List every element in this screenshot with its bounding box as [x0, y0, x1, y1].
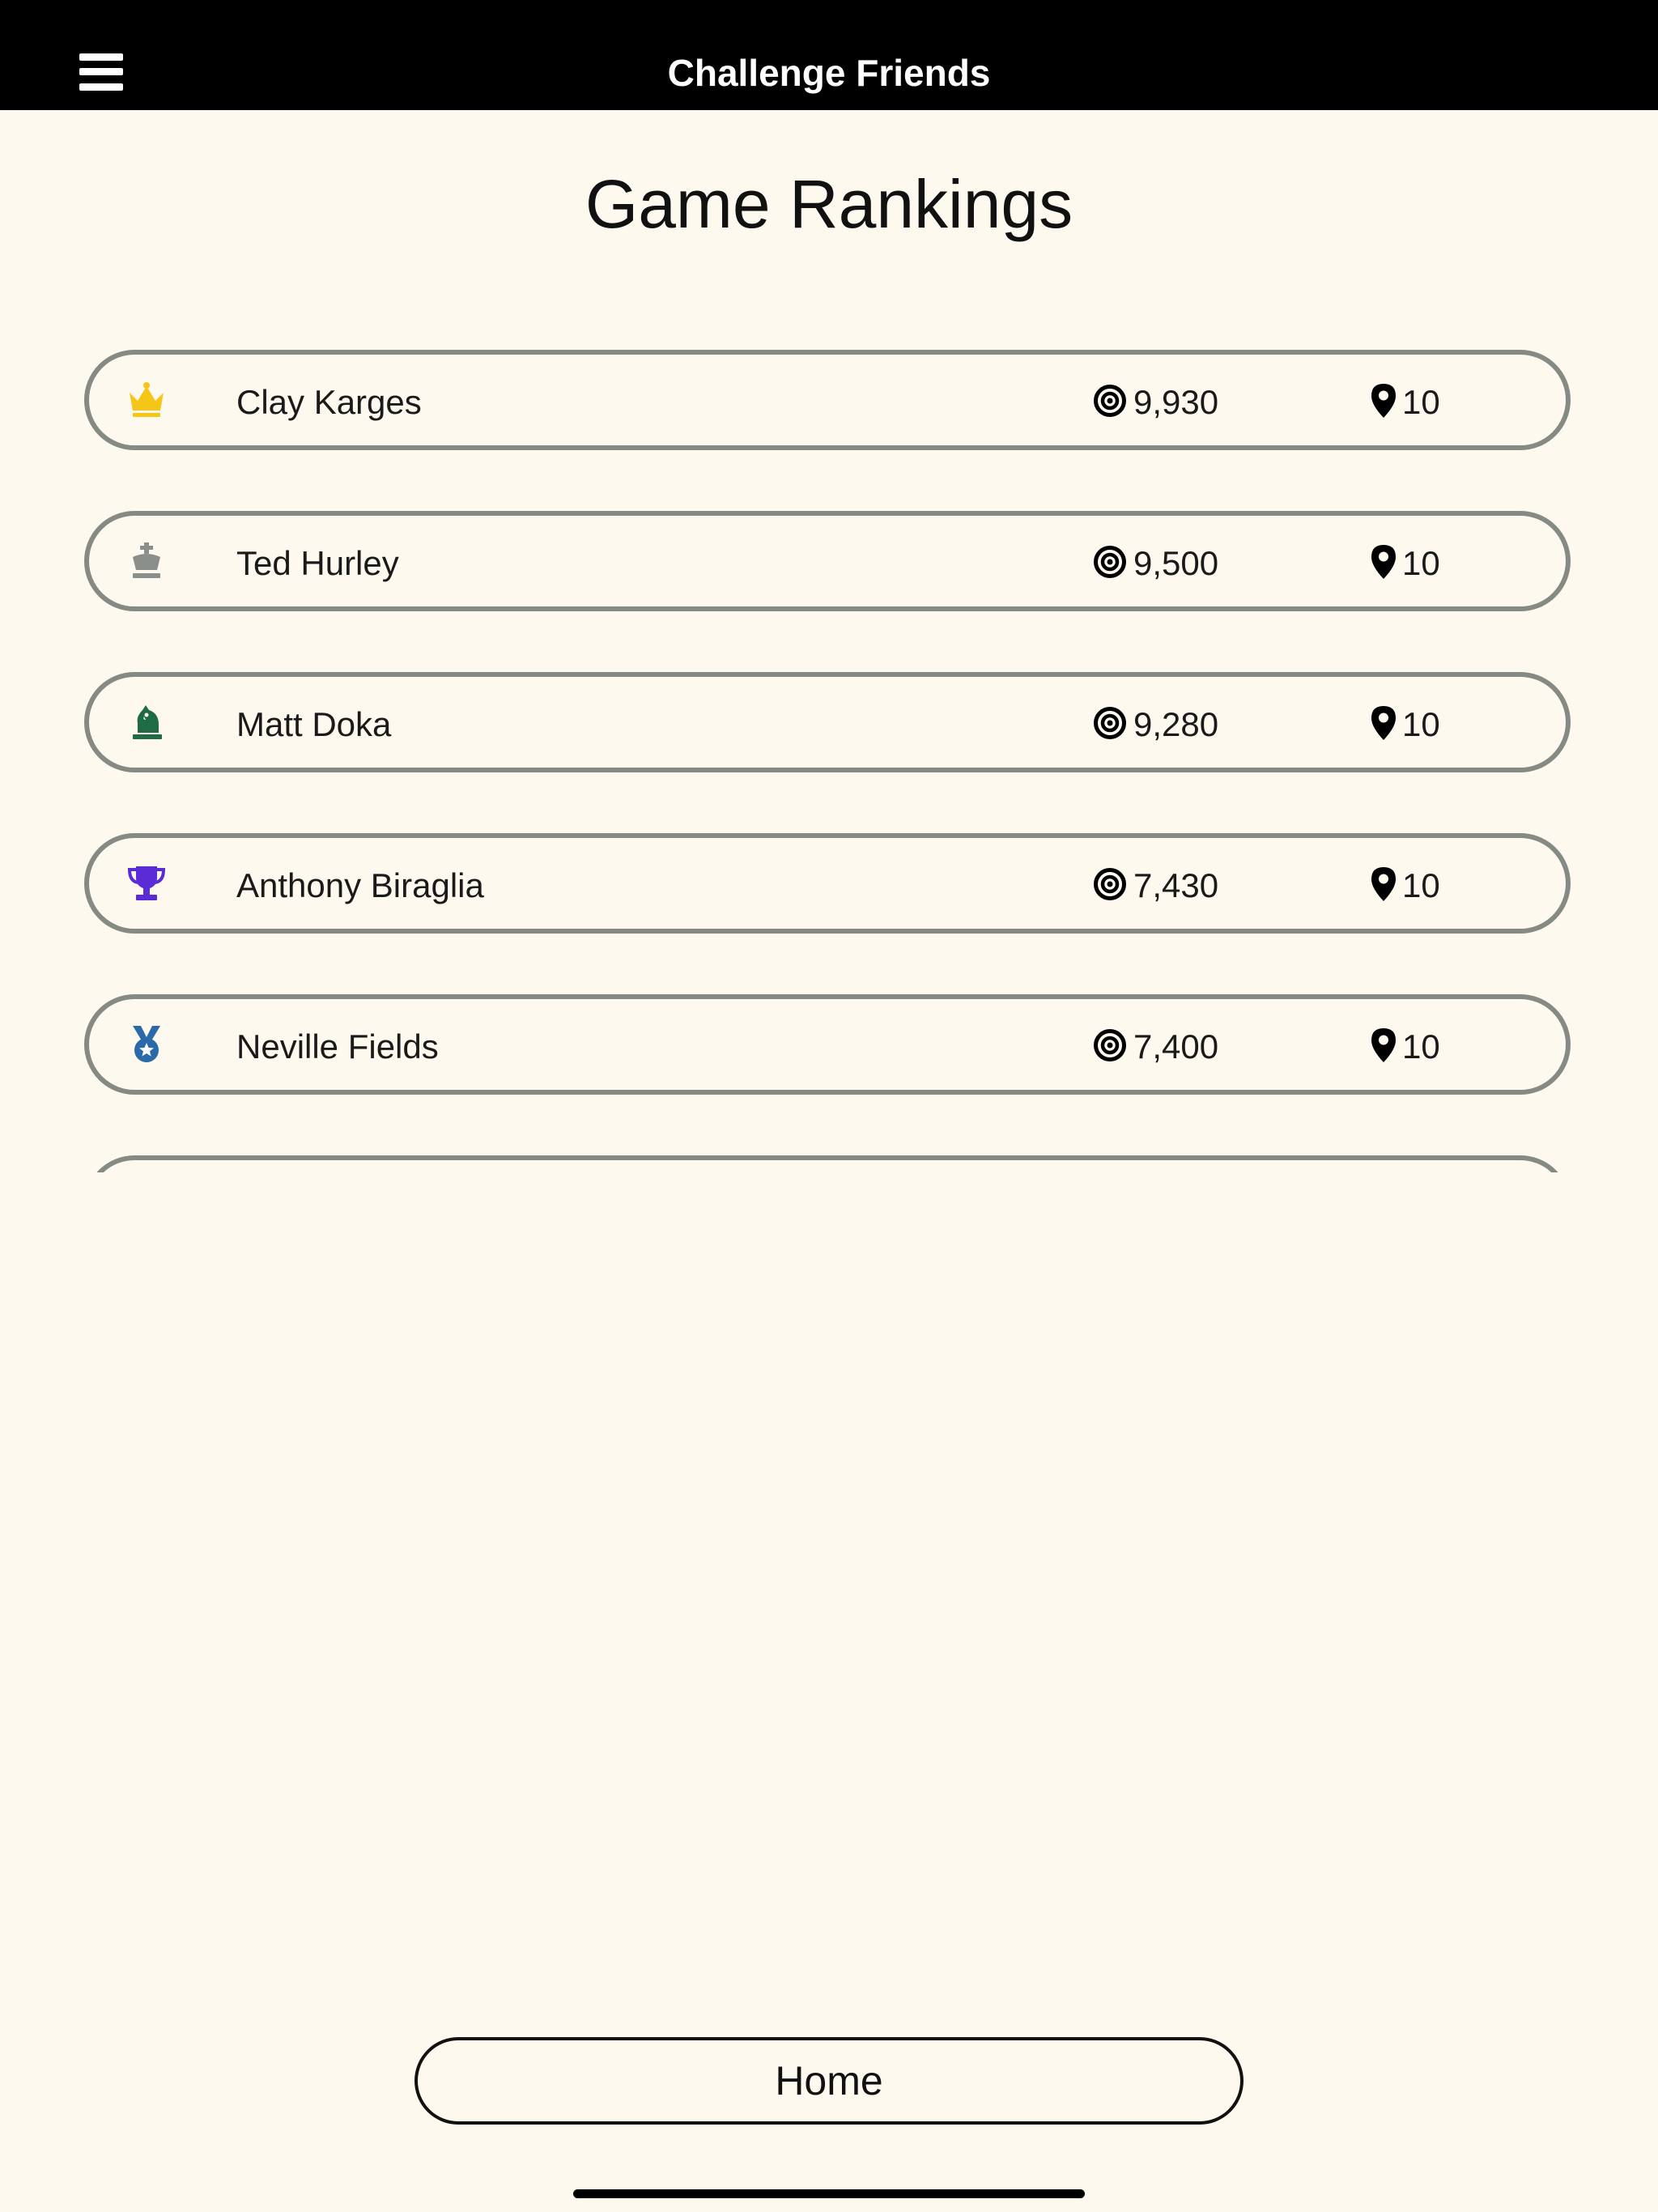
- map-pin-icon: [1370, 1027, 1397, 1064]
- map-pin-icon: [1370, 866, 1397, 903]
- crown-icon: [125, 378, 168, 422]
- target-icon: [1093, 867, 1127, 901]
- page-title: Game Rankings: [585, 166, 1073, 242]
- locations-value: 10: [1402, 1027, 1440, 1066]
- ranking-row[interactable]: Brett Hernandez7,10010: [84, 1155, 1571, 1172]
- rankings-list[interactable]: Clay Karges 9,930 10 Ted Hurley 9,500 10 Matt …: [0, 340, 1658, 1172]
- map-pin-icon: [1370, 382, 1397, 419]
- medal-icon: [125, 1023, 168, 1066]
- player-name: Anthony Biraglia: [236, 866, 484, 904]
- ranking-row[interactable]: Clay Karges 9,930 10: [84, 350, 1571, 450]
- ranking-row[interactable]: Ted Hurley 9,500 10: [84, 511, 1571, 611]
- player-name: Ted Hurley: [236, 544, 399, 582]
- locations-value: 10: [1402, 705, 1440, 743]
- score-value: 7,400: [1133, 1027, 1219, 1066]
- target-icon: [1093, 384, 1127, 418]
- player-name: Neville Fields: [236, 1027, 439, 1066]
- home-button[interactable]: Home: [414, 2037, 1244, 2125]
- chess-knight-icon: [125, 700, 168, 744]
- player-name: Matt Doka: [236, 705, 392, 743]
- target-icon: [1093, 706, 1127, 740]
- locations-value: 10: [1402, 544, 1440, 582]
- score-value: 9,930: [1133, 383, 1219, 421]
- ranking-row[interactable]: Anthony Biraglia 7,430 10: [84, 833, 1571, 934]
- top-navigation-bar: Challenge Friends: [0, 0, 1658, 110]
- locations-value: 10: [1402, 383, 1440, 421]
- ranking-row[interactable]: Matt Doka 9,280 10: [84, 672, 1571, 772]
- trophy-icon: [125, 861, 168, 905]
- score-value: 9,500: [1133, 544, 1219, 582]
- target-icon: [1093, 545, 1127, 579]
- target-icon: [1093, 1028, 1127, 1062]
- locations-value: 10: [1402, 866, 1440, 904]
- ranking-row[interactable]: Neville Fields 7,400 10: [84, 994, 1571, 1095]
- score-value: 9,280: [1133, 705, 1219, 743]
- score-value: 7,430: [1133, 866, 1219, 904]
- player-name: Clay Karges: [236, 383, 422, 421]
- map-pin-icon: [1370, 543, 1397, 581]
- chess-king-icon: [125, 539, 168, 583]
- app-title: Challenge Friends: [667, 52, 991, 94]
- home-indicator: [573, 2189, 1085, 2198]
- map-pin-icon: [1370, 704, 1397, 742]
